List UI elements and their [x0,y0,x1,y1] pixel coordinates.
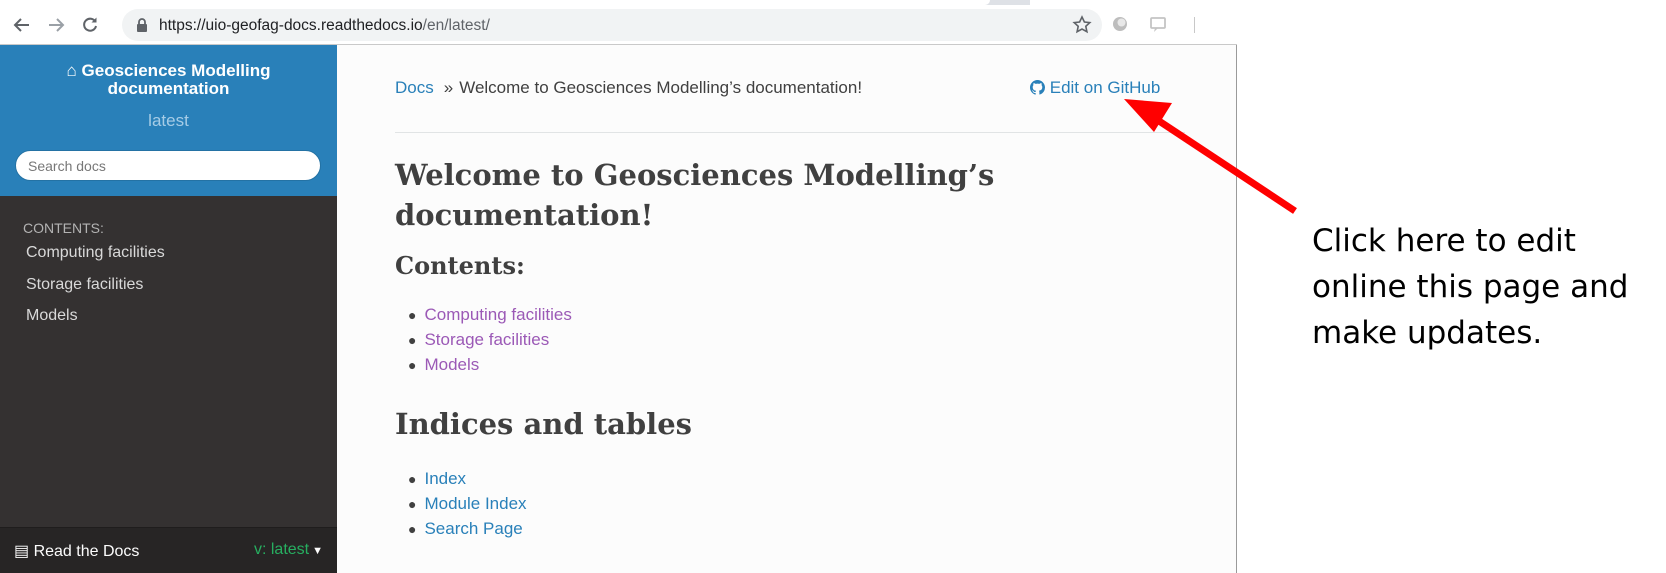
annotation-callout: Click here to edit online this page and … [1312,223,1629,351]
